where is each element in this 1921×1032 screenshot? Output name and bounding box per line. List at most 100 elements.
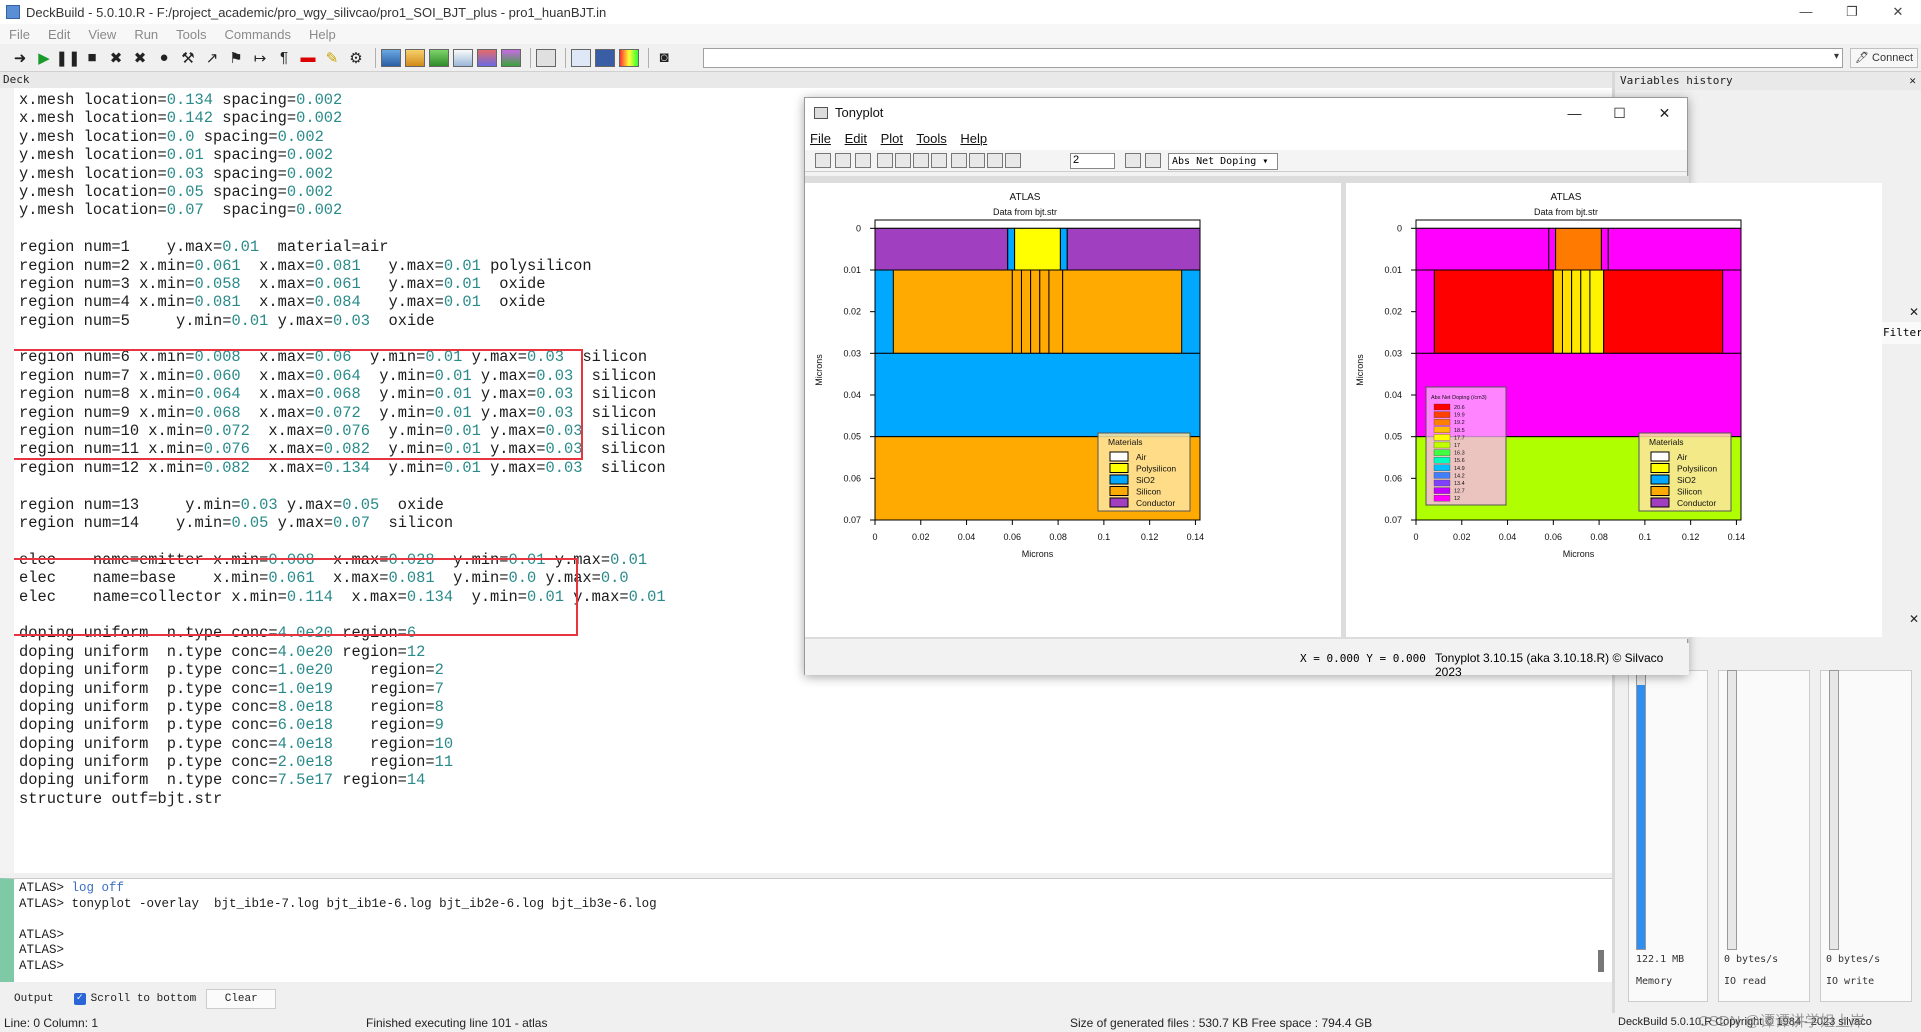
code-token: silicon — [582, 422, 666, 441]
menu-help[interactable]: Help — [300, 27, 345, 42]
code-token: log off — [71, 881, 125, 895]
code-token: 9 — [434, 716, 444, 735]
colorbar-swatch — [1433, 479, 1451, 487]
zoom-in-icon[interactable] — [969, 153, 985, 168]
athena-icon[interactable] — [405, 48, 425, 67]
copy-icon[interactable] — [895, 153, 911, 168]
victory-icon[interactable] — [453, 48, 473, 67]
stop-icon[interactable]: ■ — [82, 48, 102, 68]
tools-icon[interactable]: ⚒ — [178, 48, 198, 68]
code-token: spacing= — [212, 109, 297, 128]
tonyplot-icon[interactable] — [501, 48, 521, 67]
kill-all-icon[interactable]: ✖ — [130, 48, 150, 68]
zoom-level-input[interactable]: 2 — [1070, 153, 1115, 169]
code-token: 0.134 — [166, 91, 213, 109]
run-to-line-icon[interactable]: ↗ — [202, 48, 222, 68]
deckbuild-tools-icon[interactable]: ⚙ — [346, 48, 366, 68]
go-to-line-icon[interactable]: ↦ — [250, 48, 270, 68]
tp-menu-plot[interactable]: Plot — [881, 131, 903, 146]
menu-file[interactable]: File — [0, 27, 39, 42]
memory-meter — [1636, 670, 1646, 950]
paste-icon[interactable] — [913, 153, 929, 168]
windows-icon[interactable] — [931, 153, 947, 168]
tp-menu-file[interactable]: File — [810, 131, 831, 146]
close-icon[interactable]: ✕ — [1909, 305, 1919, 319]
code-token: 2.0e18 — [277, 753, 334, 772]
close-icon[interactable]: ✕ — [1909, 612, 1919, 626]
windows-icon[interactable] — [536, 48, 556, 67]
export-icon[interactable] — [835, 153, 851, 168]
menu-commands[interactable]: Commands — [216, 27, 300, 42]
command-combo[interactable]: ▾ — [703, 48, 1843, 68]
tonyplot-window: Tonyplot — ☐ ✕ File Edit Plot Tools Help… — [804, 97, 1882, 679]
connect-button[interactable]: 🖊 Connect — [1850, 48, 1918, 68]
colorbar-swatch — [1433, 419, 1451, 426]
pause-icon[interactable]: ❚❚ — [55, 48, 80, 68]
record-icon[interactable]: ● — [154, 48, 174, 68]
console-scrollbar[interactable] — [1598, 950, 1604, 972]
menu-edit[interactable]: Edit — [39, 27, 79, 42]
code-token: 0.002 — [286, 146, 334, 165]
run-icon[interactable]: ▶ — [34, 48, 54, 68]
breakpoint-icon[interactable]: ⚑ — [226, 48, 246, 68]
camera-icon[interactable]: ◙ — [654, 48, 674, 68]
select-icon[interactable] — [877, 153, 893, 168]
tonyplot-maximize-button[interactable]: ☐ — [1597, 98, 1642, 128]
colorbar-tick-label: 14.2 — [1454, 473, 1465, 479]
filter-label[interactable]: Filter — [1878, 322, 1921, 344]
close-icon[interactable]: ✕ — [1909, 72, 1916, 90]
next-icon[interactable] — [1145, 153, 1161, 168]
memory-meter-fill — [1637, 684, 1645, 949]
tonyplot-close-button[interactable]: ✕ — [1642, 98, 1687, 128]
kill-icon[interactable]: ✖ — [106, 48, 126, 68]
code-token: 0.07 — [333, 513, 370, 532]
tp-menu-edit[interactable]: Edit — [845, 131, 867, 146]
minimize-button[interactable]: — — [1783, 0, 1829, 24]
quantity-select[interactable]: Abs Net Doping ▾ — [1168, 153, 1278, 170]
plot-panel-materials: ATLAS Data from bjt.str 0 0.02 0.04 0.06 0.08 0… — [805, 183, 1341, 637]
maximize-button[interactable]: ❐ — [1829, 0, 1875, 24]
plot-panel-doping: ATLAS Data from bjt.str 0 0.02 0.04 0.06 0.08 0… — [1346, 183, 1882, 637]
menu-run[interactable]: Run — [125, 27, 167, 42]
y-tick-label: 0.06 — [1384, 473, 1402, 483]
atlas-icon[interactable] — [381, 48, 401, 67]
code-token: 8 — [434, 697, 444, 716]
colorbar-tick-label: 17 — [1454, 443, 1460, 449]
paragraph-icon[interactable]: ¶ — [274, 48, 294, 68]
close-button[interactable]: ✕ — [1875, 0, 1921, 24]
structure-plot-materials[interactable]: ATLAS Data from bjt.str 0 0.02 0.04 0.06 0.08 0… — [805, 183, 1341, 637]
print-icon[interactable] — [855, 153, 871, 168]
legend-label: Polysilicon — [1136, 464, 1176, 474]
tp-menu-tools[interactable]: Tools — [916, 131, 946, 146]
region-rect — [1007, 227, 1016, 271]
zoom-out-icon[interactable] — [987, 153, 1003, 168]
tonyplot-minimize-button[interactable]: — — [1552, 98, 1597, 128]
code-token: y.max= — [480, 458, 546, 477]
code-token: structure outf=bjt.str — [19, 789, 223, 808]
zoom-box-icon[interactable] — [1005, 153, 1021, 168]
menu-view[interactable]: View — [79, 27, 125, 42]
console-output[interactable]: ATLAS> log off ATLAS> tonyplot -overlay b… — [0, 878, 1612, 982]
hint-icon[interactable]: ✎ — [322, 48, 342, 68]
code-token: region num=14 y.min= — [19, 513, 232, 532]
mask-icon[interactable] — [477, 48, 497, 67]
menu-tools[interactable]: Tools — [167, 27, 215, 42]
prev-icon[interactable] — [1125, 153, 1141, 168]
code-token: doping uniform p.type conc= — [19, 753, 278, 772]
open-icon[interactable] — [815, 153, 831, 168]
scroll-to-bottom-checkbox[interactable]: ✓ — [73, 993, 86, 1005]
structure-plot-doping[interactable]: ATLAS Data from bjt.str 0 0.02 0.04 0.06 0.08 0… — [1346, 183, 1882, 637]
stop-red-icon[interactable]: ▬ — [298, 48, 318, 68]
tp-menu-help[interactable]: Help — [960, 131, 987, 146]
code-token: 0.084 — [314, 293, 361, 312]
devedit-icon[interactable] — [429, 48, 449, 67]
pan-icon[interactable] — [951, 153, 967, 168]
table-icon[interactable] — [595, 48, 615, 67]
window-title-bar: DeckBuild - 5.0.10.R - F:/project_academ… — [0, 0, 1921, 24]
palette-icon[interactable] — [619, 48, 639, 67]
run-step-icon[interactable]: ➜ — [10, 48, 30, 68]
colorbar-tick-label: 17.7 — [1454, 435, 1465, 441]
variables-icon[interactable] — [571, 48, 591, 67]
code-token: oxide — [370, 311, 435, 330]
clear-button[interactable]: Clear — [206, 989, 277, 1009]
